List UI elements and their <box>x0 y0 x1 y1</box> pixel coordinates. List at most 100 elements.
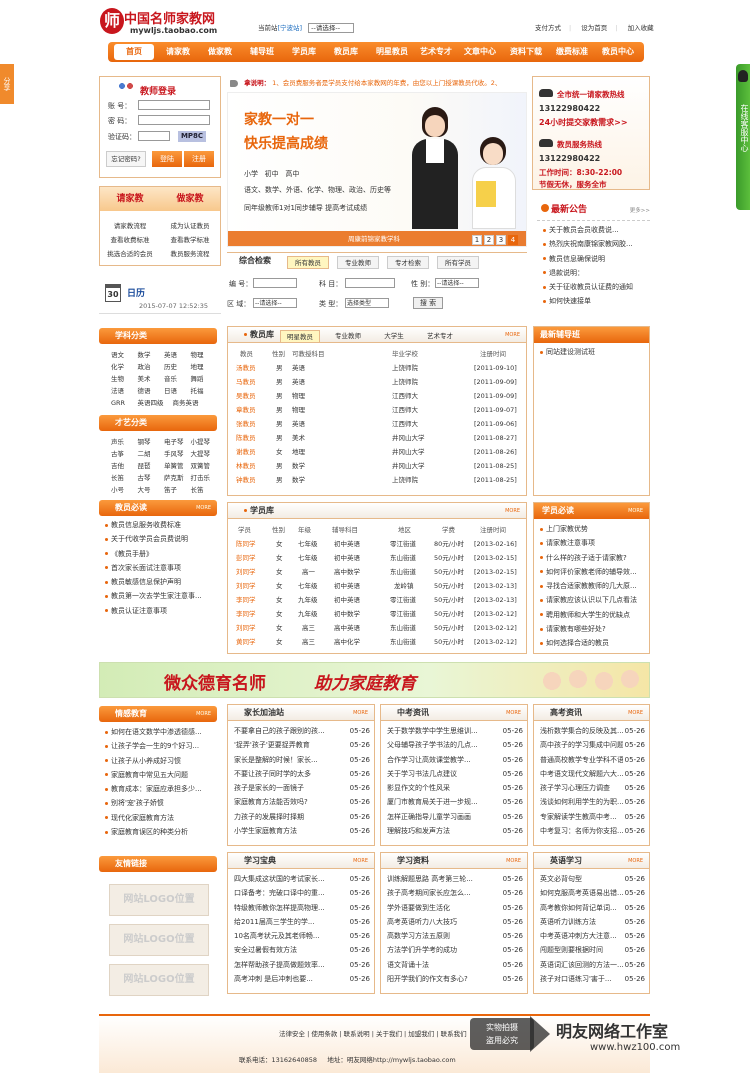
art-link[interactable]: 双簧管 <box>191 460 218 472</box>
art-link[interactable]: 单簧管 <box>164 460 191 472</box>
subject-link[interactable]: 数学 <box>138 349 165 361</box>
news-item[interactable]: 给2011届高三学生的学... 05-26 <box>228 914 374 930</box>
news-item[interactable]: 如何克服高考英语易出错... 05-26 <box>534 886 649 901</box>
news-item[interactable]: 孩子学习心理压力调查 05-26 <box>534 781 649 796</box>
news-item[interactable]: 中考复习：名师为你支招... 05-26 <box>534 824 649 839</box>
news-item[interactable]: 中考英语冲刺方大注意... 05-26 <box>534 929 649 944</box>
study-treasure-more[interactable]: MORE <box>353 853 368 869</box>
news-item[interactable]: 10名高考状元及其老师畅... 05-26 <box>228 929 374 944</box>
student-must-item[interactable]: 如何评价家教老师的辅导效... <box>534 565 649 579</box>
student-must-more[interactable]: MORE <box>628 503 643 519</box>
guide-link[interactable]: 成为认证教员 <box>160 219 220 233</box>
student-must-item[interactable]: 请家教注意事项 <box>534 536 649 550</box>
study-material-more[interactable]: MORE <box>506 853 521 869</box>
news-item[interactable]: 怎样正确指导儿童学习画画 05-26 <box>381 809 527 825</box>
news-item[interactable]: 孩子对口语练习'害于... 05-26 <box>534 972 649 987</box>
news-item[interactable]: 父母辅导孩子学书法的几点... 05-26 <box>381 738 527 753</box>
subject-link[interactable]: 法语 <box>111 385 138 397</box>
announce-item[interactable]: 热烈庆祝南康锦家教网胶... <box>537 237 650 251</box>
friend-logo[interactable]: 网站LOGO位置 <box>109 964 209 996</box>
gaokao-more[interactable]: MORE <box>628 705 643 721</box>
art-link[interactable]: 钢琴 <box>138 436 165 448</box>
art-link[interactable]: 大提琴 <box>191 448 218 460</box>
news-item[interactable]: 英语听力训练方法 05-26 <box>534 914 649 930</box>
emotion-item[interactable]: 让孩子从小养成好习惯 <box>99 754 217 768</box>
news-item[interactable]: 家庭教育方法能否效吗? 05-26 <box>228 795 374 810</box>
banner-page-3[interactable]: 3 <box>496 235 506 245</box>
announce-item[interactable]: 关于征收教员认证费的通知 <box>537 280 650 294</box>
tutor-must-item[interactable]: 教员第一次去学生家注意事... <box>99 589 217 603</box>
news-item[interactable]: 英文必背句型 05-26 <box>534 872 649 887</box>
news-item[interactable]: 语文背诵十法 05-26 <box>381 957 527 973</box>
tutor-must-item[interactable]: 首次家长面试注意事项 <box>99 561 217 575</box>
banner-page-1[interactable]: 1 <box>472 235 482 245</box>
news-item[interactable]: 口译备考：完破口译中的重... 05-26 <box>228 886 374 901</box>
tutor-db-more[interactable]: MORE <box>505 327 520 343</box>
english-more[interactable]: MORE <box>628 853 643 869</box>
news-item[interactable]: 孩子高考期间家长应怎么... 05-26 <box>381 886 527 901</box>
art-link[interactable]: 二胡 <box>138 448 165 460</box>
nav-tutors[interactable]: 教员库 <box>326 42 366 62</box>
art-link[interactable]: 萨克斯 <box>164 472 191 484</box>
nav-tutor-center[interactable]: 教员中心 <box>596 42 640 62</box>
nav-articles[interactable]: 文章中心 <box>458 42 502 62</box>
art-link[interactable]: 古琴 <box>138 472 165 484</box>
search-gender-select[interactable]: --请选择-- <box>435 278 479 288</box>
emotion-item[interactable]: 现代化家庭教育方法 <box>99 811 217 825</box>
logo[interactable]: 师 中国名师家教网 mywljs.taobao.com <box>100 8 240 36</box>
location-select[interactable]: --请选择-- <box>308 23 355 33</box>
subject-link[interactable]: 地理 <box>191 361 218 373</box>
tutor-must-item[interactable]: 教员敏感信息保护声明 <box>99 575 217 589</box>
tutor-must-item[interactable]: 《教员手册》 <box>99 547 217 561</box>
student-must-item[interactable]: 如何选择合适的教员 <box>534 636 649 650</box>
subject-link[interactable]: 舞蹈 <box>191 373 218 385</box>
guide-link[interactable]: 教员服务流程 <box>160 247 220 261</box>
search-tab-art-talent[interactable]: 专才检索 <box>387 256 429 269</box>
student-must-item[interactable]: 请家教应该认识以下几点看法 <box>534 593 649 607</box>
tab-tutor-guide[interactable]: 做家教 <box>160 187 220 211</box>
news-item[interactable]: 学外语要做到生活化 05-26 <box>381 900 527 915</box>
student-must-item[interactable]: 寻找合适家教教师的几大原... <box>534 579 649 593</box>
friend-logo[interactable]: 网站LOGO位置 <box>109 924 209 956</box>
news-item[interactable]: 理解技巧和发声方法 05-26 <box>381 824 527 839</box>
nav-become-tutor[interactable]: 做家教 <box>200 42 240 62</box>
subject-link[interactable]: 日语 <box>164 385 191 397</box>
subject-link[interactable]: 化学 <box>111 361 138 373</box>
subject-link[interactable]: 政治 <box>138 361 165 373</box>
tutor-must-item[interactable]: 关于代收学员会员费说明 <box>99 532 217 546</box>
password-input[interactable] <box>138 115 210 125</box>
search-tab-all-tutors[interactable]: 所有教员 <box>287 256 329 269</box>
news-item[interactable]: 浅谈如何利用学生的为职... 05-26 <box>534 795 649 810</box>
news-item[interactable]: 浅析数学集合的反映及其... 05-26 <box>534 724 649 739</box>
footer-links[interactable]: 法律安全 | 使用条款 | 联系说明 | 关于我们 | 加盟我们 | 联系我们 <box>279 1028 467 1038</box>
news-item[interactable]: 专家解读学生教高中考... 05-26 <box>534 809 649 825</box>
news-item[interactable]: 安全过暑假有效方法 05-26 <box>228 943 374 958</box>
hotline-submit-link[interactable]: 24小时提交家教需求>> <box>539 117 628 128</box>
news-item[interactable]: 关于学习书法几点建议 05-26 <box>381 766 527 782</box>
subject-link[interactable]: 美术 <box>138 373 165 385</box>
subject-link[interactable]: 音乐 <box>164 373 191 385</box>
news-item[interactable]: 训练解题思路 高考第三轮... 05-26 <box>381 872 527 887</box>
username-input[interactable] <box>138 100 210 110</box>
latest-class-item[interactable]: 同站建设测试班 <box>534 345 649 359</box>
news-item[interactable]: 影显作文的个性风采 05-26 <box>381 781 527 796</box>
art-link[interactable]: 声乐 <box>111 436 138 448</box>
student-must-item[interactable]: 请家教有哪些好处? <box>534 622 649 636</box>
search-button[interactable]: 搜 索 <box>413 297 443 309</box>
emotion-item[interactable]: 让孩子学会一生的9个好习... <box>99 739 217 753</box>
news-item[interactable]: 中考语文现代文解题六大... 05-26 <box>534 766 649 782</box>
guide-link[interactable]: 挑选合适的会员 <box>100 247 160 261</box>
customer-service-float[interactable]: 在线客服中心 <box>736 64 750 210</box>
guide-link[interactable]: 查看收费标准 <box>100 233 160 247</box>
news-item[interactable]: 孩子是家长的一面镜子 05-26 <box>228 781 374 796</box>
tutor-must-item[interactable]: 教员信息服务收费标准 <box>99 518 217 532</box>
nav-arts[interactable]: 艺术专才 <box>414 42 458 62</box>
art-link[interactable]: 吉他 <box>111 460 138 472</box>
news-item[interactable]: 高中孩子的学习集成中问题... 05-26 <box>534 738 649 753</box>
news-item[interactable]: 关于数学数学中学生思维训... 05-26 <box>381 724 527 739</box>
emotion-more[interactable]: MORE <box>196 706 211 722</box>
news-item[interactable]: 小学生家庭教育方法 05-26 <box>228 824 374 839</box>
news-item[interactable]: 高数学习方法五原则 05-26 <box>381 929 527 944</box>
art-link[interactable]: 手风琴 <box>164 448 191 460</box>
tutor-tab-college[interactable]: 大学生 <box>374 330 414 343</box>
